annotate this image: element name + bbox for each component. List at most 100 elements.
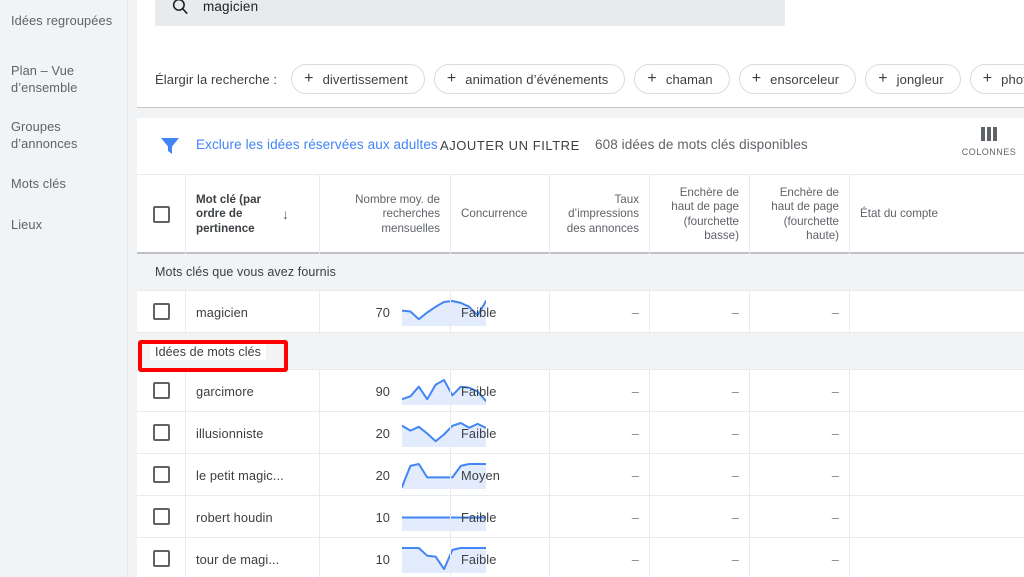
columns-button[interactable]: COLONNES bbox=[958, 127, 1020, 157]
cell-bid-high: – bbox=[749, 454, 849, 496]
search-query-text: magicien bbox=[203, 0, 259, 14]
filter-icon[interactable] bbox=[160, 137, 180, 155]
expand-chip-divertissement[interactable]: + divertissement bbox=[291, 64, 425, 94]
cell-bid-low: – bbox=[649, 538, 749, 577]
table-row[interactable]: garcimore 90 Faible – – – bbox=[137, 370, 1024, 412]
search-panel: magicien Élargir la recherche : + divert… bbox=[137, 0, 1024, 108]
row-checkbox[interactable] bbox=[152, 550, 170, 567]
row-checkbox[interactable] bbox=[152, 508, 170, 525]
plus-icon: + bbox=[878, 70, 888, 87]
keyword-ideas-table-panel: Exclure les idées réservées aux adultes … bbox=[137, 118, 1024, 577]
column-header-volume[interactable]: Nombre moy. de recherches mensuelles bbox=[319, 175, 450, 254]
sidebar-item-plan-vue-ensemble[interactable]: Plan – Vue d’ensemble bbox=[11, 62, 119, 96]
expand-chip-photographe[interactable]: + photograph bbox=[969, 64, 1024, 94]
search-input[interactable]: magicien bbox=[155, 0, 785, 26]
exclude-adult-ideas-link[interactable]: Exclure les idées réservées aux adultes bbox=[196, 137, 438, 152]
row-checkbox[interactable] bbox=[152, 424, 170, 441]
column-header-bid-low[interactable]: Enchère de haut de page (fourchette bass… bbox=[649, 175, 749, 254]
column-header-volume-label: Nombre moy. de recherches mensuelles bbox=[355, 192, 440, 235]
cell-competition: Faible bbox=[450, 496, 549, 538]
select-all-checkbox[interactable] bbox=[152, 206, 170, 223]
expand-search-label: Élargir la recherche : bbox=[155, 71, 278, 87]
column-header-keyword-label: Mot clé (par ordre de pertinence bbox=[196, 192, 262, 235]
plus-icon: + bbox=[304, 70, 314, 87]
cell-impression-share: – bbox=[549, 454, 649, 496]
column-header-account-state[interactable]: État du compte bbox=[849, 175, 1024, 254]
select-all-header-cell bbox=[137, 175, 185, 254]
cell-keyword: garcimore bbox=[185, 370, 319, 412]
row-checkbox-wrap[interactable] bbox=[137, 370, 185, 411]
cell-account-state bbox=[849, 291, 1024, 333]
cell-bid-high: – bbox=[749, 496, 849, 538]
cell-bid-high: – bbox=[749, 538, 849, 577]
table-group-label: Idées de mots clés bbox=[150, 344, 267, 360]
table-group-label: Mots clés que vous avez fournis bbox=[155, 265, 336, 279]
column-header-competition[interactable]: Concurrence bbox=[450, 175, 549, 254]
cell-keyword: illusionniste bbox=[185, 412, 319, 454]
table-group-row: Idées de mots clés bbox=[137, 333, 1024, 370]
select-all-checkbox-wrap[interactable] bbox=[137, 175, 185, 254]
table-row[interactable]: magicien 70 Faible – – – bbox=[137, 291, 1024, 333]
cell-keyword: le petit magic... bbox=[185, 454, 319, 496]
table-row[interactable]: illusionniste 20 Faible – – – bbox=[137, 412, 1024, 454]
expand-chip-chaman[interactable]: + chaman bbox=[634, 64, 730, 94]
cell-competition: Faible bbox=[450, 291, 549, 333]
cell-volume-number: 20 bbox=[375, 425, 390, 441]
cell-volume-number: 20 bbox=[375, 467, 390, 483]
column-header-keyword[interactable]: Mot clé (par ordre de pertinence ↓ bbox=[185, 175, 319, 254]
cell-keyword: robert houdin bbox=[185, 496, 319, 538]
row-checkbox[interactable] bbox=[152, 466, 170, 483]
expand-chip-animation-evenements[interactable]: + animation d’événements bbox=[433, 64, 626, 94]
chip-label: photograph bbox=[1001, 71, 1024, 87]
cell-account-state bbox=[849, 496, 1024, 538]
cell-volume-number: 90 bbox=[375, 383, 390, 399]
sidebar-item-mots-cles[interactable]: Mots clés bbox=[11, 175, 119, 192]
cell-bid-low: – bbox=[649, 370, 749, 412]
cell-account-state bbox=[849, 454, 1024, 496]
available-ideas-count: 608 idées de mots clés disponibles bbox=[595, 137, 808, 152]
cell-competition: Faible bbox=[450, 412, 549, 454]
row-checkbox-wrap[interactable] bbox=[137, 538, 185, 577]
keyword-planner-screen: Idées regroupées Plan – Vue d’ensemble G… bbox=[0, 0, 1024, 577]
sidebar-item-label: Idées regroupées bbox=[11, 13, 113, 28]
row-checkbox-wrap[interactable] bbox=[137, 291, 185, 332]
column-header-bid-high-label: Enchère de haut de page (fourchette haut… bbox=[771, 185, 839, 243]
cell-volume-number: 10 bbox=[375, 509, 390, 525]
row-checkbox-wrap[interactable] bbox=[137, 496, 185, 537]
column-header-bid-low-label: Enchère de haut de page (fourchette bass… bbox=[671, 185, 739, 243]
expand-chip-ensorceleur[interactable]: + ensorceleur bbox=[738, 64, 857, 94]
table-row[interactable]: tour de magi... 10 Faible – – – bbox=[137, 538, 1024, 577]
row-checkbox[interactable] bbox=[152, 303, 170, 320]
cell-impression-share: – bbox=[549, 370, 649, 412]
column-header-impression-share[interactable]: Taux d’impressions des annonces bbox=[549, 175, 649, 254]
column-header-competition-label: Concurrence bbox=[461, 207, 528, 221]
cell-volume: 70 bbox=[319, 291, 487, 333]
search-icon bbox=[171, 0, 189, 15]
plus-icon: + bbox=[751, 70, 762, 87]
column-header-bid-high[interactable]: Enchère de haut de page (fourchette haut… bbox=[749, 175, 849, 254]
main-content: magicien Élargir la recherche : + divert… bbox=[128, 0, 1024, 577]
row-checkbox-wrap[interactable] bbox=[137, 454, 185, 495]
table-header-row: Mot clé (par ordre de pertinence ↓ Nombr… bbox=[137, 175, 1024, 254]
sidebar-item-lieux[interactable]: Lieux bbox=[11, 216, 119, 233]
cell-account-state bbox=[849, 412, 1024, 454]
sidebar-item-groupes-annonces[interactable]: Groupes d’annonces bbox=[11, 118, 119, 152]
sidebar-item-idees-regroupees[interactable]: Idées regroupées bbox=[11, 12, 119, 29]
cell-volume-number: 10 bbox=[375, 551, 390, 567]
cell-bid-high: – bbox=[749, 370, 849, 412]
cell-volume: 90 bbox=[319, 370, 487, 412]
expand-chip-jongleur[interactable]: + jongleur bbox=[865, 64, 961, 94]
row-checkbox-wrap[interactable] bbox=[137, 412, 185, 453]
expand-search-row: Élargir la recherche : + divertissement … bbox=[155, 63, 1024, 95]
cell-competition: Faible bbox=[450, 538, 549, 577]
cell-impression-share: – bbox=[549, 412, 649, 454]
cell-bid-low: – bbox=[649, 454, 749, 496]
cell-bid-low: – bbox=[649, 496, 749, 538]
sort-descending-icon: ↓ bbox=[282, 206, 289, 223]
table-row[interactable]: le petit magic... 20 Moyen – – – bbox=[137, 454, 1024, 496]
cell-bid-high: – bbox=[749, 291, 849, 333]
cell-volume: 20 bbox=[319, 412, 487, 454]
row-checkbox[interactable] bbox=[152, 382, 170, 399]
add-filter-button[interactable]: AJOUTER UN FILTRE bbox=[440, 138, 580, 153]
table-row[interactable]: robert houdin 10 Faible – – – bbox=[137, 496, 1024, 538]
